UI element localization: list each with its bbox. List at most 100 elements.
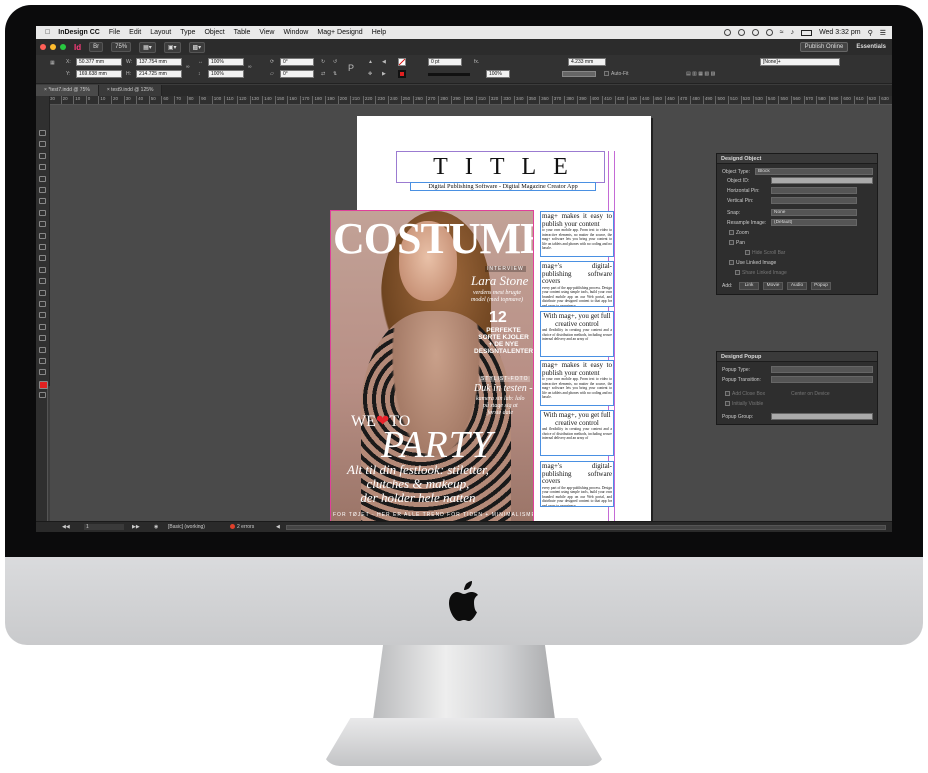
align-buttons[interactable]: ▤ ▥ ▦ ▧ ▨ [686, 71, 715, 77]
window-close-button[interactable] [40, 44, 46, 50]
object-id-field[interactable] [771, 177, 873, 184]
rotate-ccw-icon[interactable]: ↺ [333, 59, 337, 65]
spotlight-icon[interactable]: ⚲ [868, 29, 873, 37]
first-page-button[interactable]: ◀◀ [62, 524, 70, 530]
text-frame-3[interactable]: With mag+, you get full creative control… [540, 311, 614, 357]
type-tool-icon[interactable] [39, 187, 46, 193]
menu-table[interactable]: Table [234, 29, 251, 36]
designd-object-title[interactable]: Designd Object [717, 154, 877, 164]
scale-y-field[interactable]: 100% [208, 70, 244, 78]
gap-tool-icon[interactable] [39, 164, 46, 171]
menu-layout[interactable]: Layout [150, 29, 171, 36]
object-type-select[interactable]: Block [755, 168, 873, 175]
arrange-documents-icon[interactable]: ▩▾ [188, 41, 206, 53]
designd-popup-title[interactable]: Designd Popup [717, 352, 877, 362]
magazine-cover-image[interactable]: COSTUME INTERVIEW Lara Stone verdens mes… [330, 210, 534, 522]
add-popup-button[interactable]: Popup [811, 282, 831, 290]
note-tool-icon[interactable] [39, 301, 46, 307]
document-subtitle[interactable]: Digital Publishing Software - Digital Ma… [410, 182, 596, 191]
time-machine-icon[interactable] [751, 29, 759, 36]
page-tool-icon[interactable] [39, 152, 46, 159]
text-frame-4[interactable]: mag+ makes it easy to publish your conte… [540, 360, 614, 406]
constrain-scale-icon[interactable]: ∞ [248, 64, 252, 70]
window-zoom-button[interactable] [60, 44, 66, 50]
text-frame-1[interactable]: mag+ makes it easy to publish your conte… [540, 211, 614, 257]
width-field[interactable]: 137.754 mm [136, 58, 182, 66]
flip-vertical-icon[interactable]: ⇅ [333, 71, 337, 77]
menu-mag-designd[interactable]: Mag+ Designd [317, 29, 362, 36]
height-field[interactable]: 214.725 mm [136, 70, 182, 78]
horizontal-ruler[interactable]: 30 20 10 0 10 20 30 40 50 60 70 80 90 100 110 120 130 140… [48, 96, 892, 105]
text-frame-6[interactable]: mag+'s digital-publishing software cover… [540, 461, 614, 507]
page-number-field[interactable]: 1 [84, 524, 124, 530]
rectangle-frame-tool-icon[interactable] [39, 232, 46, 239]
battery-icon[interactable] [801, 29, 813, 36]
constrain-proportions-icon[interactable]: ∞ [186, 64, 190, 70]
shear-angle-field[interactable]: 0° [280, 70, 314, 78]
stroke-type-select[interactable] [428, 73, 470, 76]
size-field[interactable]: 4.233 mm [568, 58, 606, 66]
y-position-field[interactable]: 169.638 mm [76, 70, 122, 78]
direct-selection-tool-icon[interactable] [39, 141, 46, 148]
apple-menu-icon[interactable]:  [45, 29, 50, 36]
bridge-button[interactable]: Br [89, 42, 104, 52]
snap-select[interactable]: None [771, 209, 857, 216]
wifi-icon[interactable]: ≈ [780, 29, 784, 36]
workspace-switcher[interactable]: Essentials [856, 44, 886, 50]
menu-clock[interactable]: Wed 3:32 pm [819, 29, 861, 36]
scroll-left-icon[interactable]: ◀ [276, 524, 282, 530]
zoom-level-select[interactable]: 75% [111, 42, 132, 52]
effects-fx-icon[interactable]: fx. [474, 59, 479, 65]
resample-image-select[interactable]: (Default) [771, 219, 857, 226]
window-minimize-button[interactable] [50, 44, 56, 50]
hand-tool-icon[interactable] [39, 323, 46, 330]
vertical-pin-select[interactable] [771, 197, 857, 204]
pen-tool-icon[interactable] [39, 209, 46, 216]
add-audio-button[interactable]: Audio [787, 282, 807, 290]
object-style-select[interactable]: [None]+ [760, 58, 840, 66]
bluetooth-icon[interactable] [765, 29, 773, 36]
tab-test7[interactable]: × *test7.indd @ 75% [36, 85, 99, 96]
preflight-errors[interactable]: 2 errors [230, 524, 254, 530]
zoom-tool-icon[interactable] [39, 335, 46, 342]
menu-app-name[interactable]: InDesign CC [58, 29, 100, 36]
use-linked-image-checkbox[interactable]: Use Linked Image [729, 260, 776, 266]
horizontal-pin-select[interactable] [771, 187, 857, 194]
initially-visible-checkbox[interactable]: Initially Visible [725, 401, 763, 407]
rotation-angle-field[interactable]: 0° [280, 58, 314, 66]
hide-scroll-bar-checkbox[interactable]: Hide Scroll Bar [745, 250, 785, 256]
flip-horizontal-icon[interactable]: ⇄ [321, 71, 325, 77]
scale-x-field[interactable]: 100% [208, 58, 244, 66]
skype-icon[interactable] [723, 29, 731, 36]
formatting-affects-container-icon[interactable] [39, 369, 46, 376]
publish-online-button[interactable]: Publish Online [799, 42, 849, 52]
menu-file[interactable]: File [109, 29, 120, 36]
tab-test9[interactable]: × test9.indd @ 125% [98, 85, 163, 96]
rotate-cw-icon[interactable]: ↻ [321, 59, 325, 65]
gradient-feather-tool-icon[interactable] [39, 289, 46, 296]
horizontal-scrollbar[interactable] [286, 525, 886, 530]
notification-center-icon[interactable]: ☰ [880, 29, 886, 37]
selection-tool-icon[interactable] [39, 130, 46, 136]
add-link-button[interactable]: Link [739, 282, 759, 290]
auto-fit-checkbox[interactable]: Auto-Fit [604, 71, 629, 77]
menu-type[interactable]: Type [180, 29, 195, 36]
sync-icon[interactable] [737, 29, 745, 36]
opacity-field[interactable]: 100% [486, 70, 510, 78]
select-next-icon[interactable]: ▶ [382, 71, 386, 77]
free-transform-tool-icon[interactable] [39, 266, 46, 273]
menu-view[interactable]: View [259, 29, 274, 36]
zoom-checkbox[interactable]: Zoom [729, 230, 749, 236]
fitting-options-bar[interactable] [562, 71, 596, 77]
select-previous-icon[interactable]: ◀ [382, 59, 386, 65]
eyedropper-tool-icon[interactable] [39, 312, 46, 319]
next-page-button[interactable]: ▶▶ [132, 524, 140, 530]
view-options-icon[interactable]: ▦▾ [139, 41, 156, 53]
center-on-device-checkbox[interactable]: Center on Device [791, 391, 830, 397]
preflight-profile-icon[interactable]: ◉ [154, 524, 158, 530]
menu-window[interactable]: Window [283, 29, 308, 36]
fill-swatch[interactable] [398, 58, 406, 66]
add-close-box-checkbox[interactable]: Add Close Box [725, 391, 765, 397]
menu-edit[interactable]: Edit [129, 29, 141, 36]
view-mode-icon[interactable] [39, 392, 46, 399]
